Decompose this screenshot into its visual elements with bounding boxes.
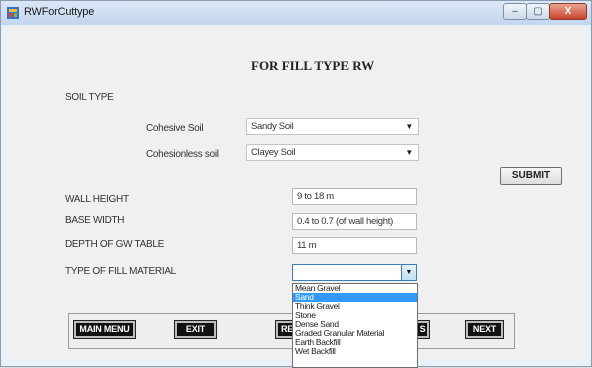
main-menu-button[interactable]: MAIN MENU [73,320,136,339]
cohesive-soil-label: Cohesive Soil [146,123,204,134]
title-bar[interactable]: RWForCuttype – ▢ X [1,1,591,25]
wall-height-field[interactable]: 9 to 18 m [292,188,417,205]
base-width-field[interactable]: 0.4 to 0.7 (of wall height) [292,213,417,230]
chevron-down-icon: ▼ [405,122,413,131]
dropdown-arrow-icon[interactable]: ▼ [401,265,416,280]
gw-depth-label: DEPTH OF GW TABLE [65,239,164,250]
partially-hidden-button-right[interactable]: S [417,320,430,339]
exit-button[interactable]: EXIT [174,320,217,339]
fill-material-select[interactable]: ▼ [292,264,417,281]
fill-material-dropdown-list: Mean Gravel Sand Think Gravel Stone Dense Sa… [292,283,418,368]
next-button[interactable]: NEXT [465,320,504,339]
window-title: RWForCuttype [24,6,95,18]
soil-type-label: SOIL TYPE [65,92,114,103]
wall-height-label: WALL HEIGHT [65,194,129,205]
app-icon [7,7,19,19]
minimize-button[interactable]: – [503,3,527,20]
window-controls: – ▢ X [503,3,587,21]
base-width-label: BASE WIDTH [65,215,125,226]
cohesive-soil-select[interactable]: Sandy Soil ▼ [246,118,419,135]
app-window: RWForCuttype – ▢ X FOR FILL TYPE RW SOIL… [0,0,592,368]
cohesionless-soil-label: Cohesionless soil [146,149,219,160]
chevron-down-icon: ▼ [405,148,413,157]
dropdown-option[interactable]: Wet Backfill [293,347,417,356]
fill-material-value [293,270,297,281]
cohesionless-soil-select[interactable]: Clayey Soil ▼ [246,144,419,161]
gw-depth-field[interactable]: 11 m [292,237,417,254]
cohesive-soil-value: Sandy Soil [251,121,294,132]
page-title: FOR FILL TYPE RW [251,58,375,73]
fill-material-label: TYPE OF FILL MATERIAL [65,266,176,277]
cohesionless-soil-value: Clayey Soil [251,147,296,158]
submit-button[interactable]: SUBMIT [500,167,562,185]
close-button[interactable]: X [549,3,587,20]
maximize-button[interactable]: ▢ [526,3,550,20]
